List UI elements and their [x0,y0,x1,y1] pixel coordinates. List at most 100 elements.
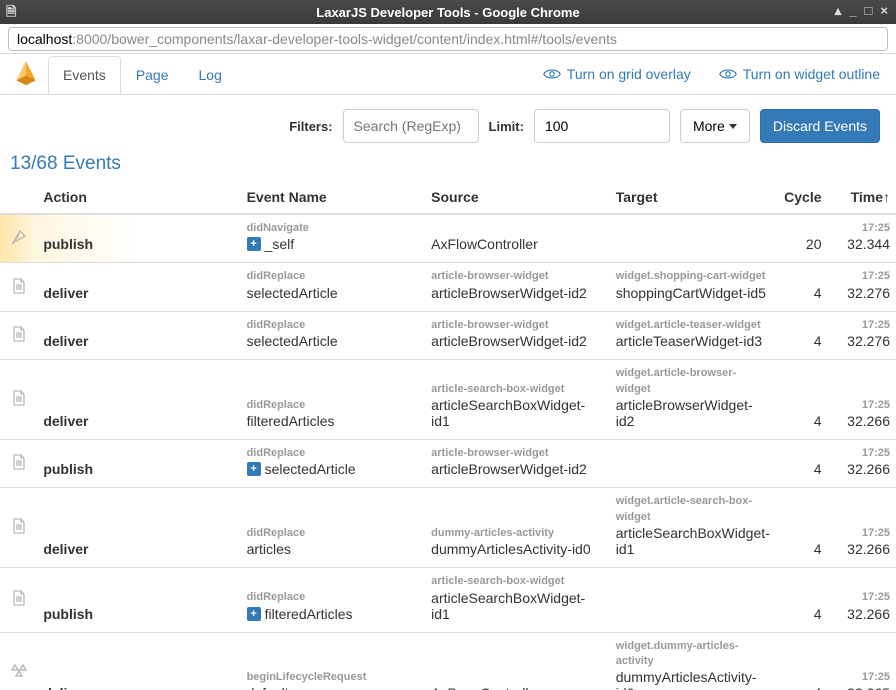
row-event-name: beginLifecycleRequestdefault [241,632,426,690]
row-target: widget.article-search-box-widgetarticleS… [610,488,776,568]
row-source: article-browser-widgetarticleBrowserWidg… [425,311,610,359]
col-target[interactable]: Target [610,181,776,214]
expand-icon[interactable]: + [247,462,261,476]
events-table: Action Event Name Source Target Cycle Ti… [0,181,896,690]
row-source: article-search-box-widgetarticleSearchBo… [425,360,610,440]
table-row[interactable]: deliverdidReplacefilteredArticlesarticle… [0,360,896,440]
limit-label: Limit: [489,119,524,134]
table-row[interactable]: publishdidNavigate+_selfAxFlowController… [0,214,896,263]
row-type-icon [0,632,37,690]
row-event-name: didNavigate+_self [241,214,426,263]
row-time: 17:2532.266 [828,568,896,632]
eye-icon [719,68,737,80]
top-bar: Events Page Log Turn on grid overlay Tur… [0,54,896,95]
row-source: dummy-articles-activitydummyArticlesActi… [425,488,610,568]
window-titlebar: 🗎 LaxarJS Developer Tools - Google Chrom… [0,0,896,24]
filter-bar: Filters: Limit: More Discard Events [0,95,896,143]
row-target [610,214,776,263]
table-row[interactable]: publishdidReplace+filteredArticlesarticl… [0,568,896,632]
row-type-icon [0,439,37,487]
row-type-icon [0,311,37,359]
window-close-icon[interactable]: × [880,3,890,19]
row-target [610,439,776,487]
events-counter: 13/68 Events [0,143,896,181]
row-source: AxFlowController [425,214,610,263]
row-event-name: didReplace+filteredArticles [241,568,426,632]
row-target: widget.dummy-articles-activitydummyArtic… [610,632,776,690]
row-source: article-browser-widgetarticleBrowserWidg… [425,263,610,311]
row-action: deliver [37,488,240,568]
filters-label: Filters: [289,119,332,134]
row-action: publish [37,439,240,487]
tabs: Events Page Log [48,56,237,93]
table-row[interactable]: publishdidReplace+selectedArticlearticle… [0,439,896,487]
tab-page[interactable]: Page [121,56,184,94]
col-time[interactable]: Time↑ [828,181,896,214]
row-type-icon [0,488,37,568]
row-target: widget.shopping-cart-widgetshoppingCartW… [610,263,776,311]
row-cycle: 4 [776,360,828,440]
row-type-icon [0,214,37,263]
table-row[interactable]: deliverdidReplaceselectedArticlearticle-… [0,311,896,359]
row-cycle: 20 [776,214,828,263]
row-time: 17:2532.276 [828,311,896,359]
row-type-icon [0,568,37,632]
search-input[interactable] [343,109,479,143]
col-source[interactable]: Source [425,181,610,214]
url-path: :8000/bower_components/laxar-developer-t… [72,31,617,47]
window-minimize-icon[interactable]: _ [849,3,858,19]
row-target: widget.article-teaser-widgetarticleTease… [610,311,776,359]
row-type-icon [0,263,37,311]
laxar-logo-icon [10,58,42,90]
row-event-name: didReplacearticles [241,488,426,568]
page-icon: 🗎 [6,3,16,25]
table-row[interactable]: deliverdidReplacearticlesdummy-articles-… [0,488,896,568]
row-event-name: didReplace+selectedArticle [241,439,426,487]
col-cycle[interactable]: Cycle [776,181,828,214]
more-label: More [693,118,725,134]
limit-input[interactable] [534,109,670,143]
row-event-name: didReplaceselectedArticle [241,311,426,359]
tab-events[interactable]: Events [48,56,121,94]
row-event-name: didReplacefilteredArticles [241,360,426,440]
col-event-name[interactable]: Event Name [241,181,426,214]
row-time: 17:2532.265 [828,632,896,690]
row-time: 17:2532.266 [828,439,896,487]
more-button[interactable]: More [680,109,750,143]
row-time: 17:2532.344 [828,214,896,263]
row-type-icon [0,360,37,440]
table-row[interactable]: deliverbeginLifecycleRequestdefaultAxPag… [0,632,896,690]
row-action: deliver [37,360,240,440]
row-action: deliver [37,263,240,311]
row-action: deliver [37,311,240,359]
tab-log[interactable]: Log [184,56,237,94]
window-maximize-icon[interactable]: □ [865,3,875,19]
window-pin-icon[interactable]: ▴ [835,3,844,19]
row-target [610,568,776,632]
row-source: article-search-box-widgetarticleSearchBo… [425,568,610,632]
toggle-grid-label: Turn on grid overlay [567,66,691,82]
eye-icon [543,68,561,80]
row-cycle: 4 [776,568,828,632]
url-input[interactable]: localhost:8000/bower_components/laxar-de… [8,27,888,51]
window-title: LaxarJS Developer Tools - Google Chrome [316,5,579,20]
table-row[interactable]: deliverdidReplaceselectedArticlearticle-… [0,263,896,311]
row-target: widget.article-browser-widgetarticleBrow… [610,360,776,440]
row-event-name: didReplaceselectedArticle [241,263,426,311]
row-source: article-browser-widgetarticleBrowserWidg… [425,439,610,487]
row-time: 17:2532.276 [828,263,896,311]
row-cycle: 4 [776,439,828,487]
toggle-widget-label: Turn on widget outline [743,66,880,82]
row-action: deliver [37,632,240,690]
url-host: localhost [17,31,72,47]
expand-icon[interactable]: + [247,237,261,251]
discard-events-button[interactable]: Discard Events [760,109,880,143]
row-source: AxPageController [425,632,610,690]
row-cycle: 4 [776,311,828,359]
expand-icon[interactable]: + [247,607,261,621]
col-action[interactable]: Action [37,181,240,214]
toggle-grid-overlay[interactable]: Turn on grid overlay [543,66,691,82]
toggle-widget-outline[interactable]: Turn on widget outline [719,66,880,82]
row-action: publish [37,568,240,632]
row-cycle: 4 [776,488,828,568]
